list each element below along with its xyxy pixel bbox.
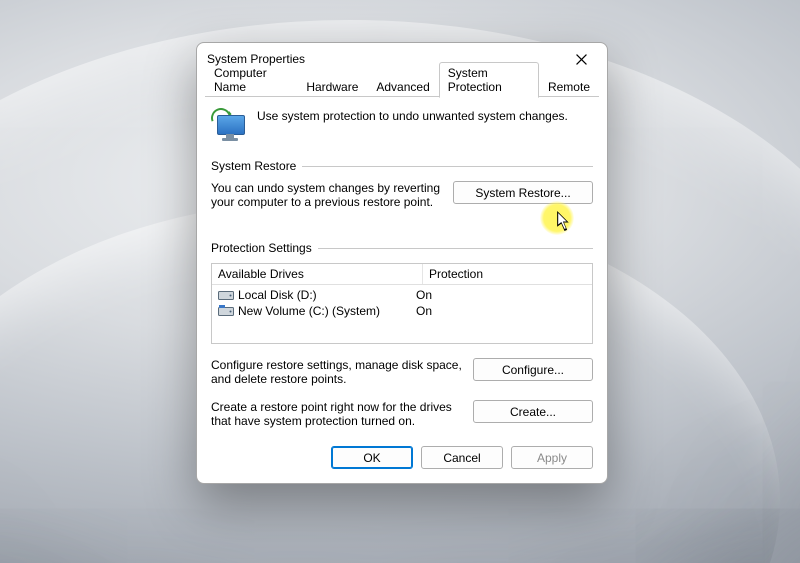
close-button[interactable]	[561, 45, 601, 73]
system-restore-group: System Restore You can undo system chang…	[211, 159, 593, 209]
tab-system-protection[interactable]: System Protection	[439, 62, 539, 98]
tab-row: Computer Name Hardware Advanced System P…	[197, 75, 607, 97]
drives-table[interactable]: Available Drives Protection Local Disk (…	[211, 263, 593, 344]
col-available-drives[interactable]: Available Drives	[212, 264, 423, 284]
tab-advanced[interactable]: Advanced	[367, 76, 438, 97]
system-restore-heading: System Restore	[211, 159, 296, 173]
configure-description: Configure restore settings, manage disk …	[211, 358, 465, 386]
tab-remote[interactable]: Remote	[539, 76, 599, 97]
configure-button[interactable]: Configure...	[473, 358, 593, 381]
table-row[interactable]: New Volume (C:) (System) On	[212, 303, 592, 319]
drive-protection: On	[410, 288, 592, 302]
drive-icon	[218, 289, 234, 301]
protection-settings-group: Protection Settings Available Drives Pro…	[211, 241, 593, 428]
tab-hardware[interactable]: Hardware	[297, 76, 367, 97]
ok-button[interactable]: OK	[331, 446, 413, 469]
close-icon	[576, 54, 587, 65]
col-protection[interactable]: Protection	[423, 264, 592, 284]
create-button[interactable]: Create...	[473, 400, 593, 423]
system-restore-button[interactable]: System Restore...	[453, 181, 593, 204]
create-description: Create a restore point right now for the…	[211, 400, 465, 428]
drives-table-header: Available Drives Protection	[212, 264, 592, 285]
tab-content: Use system protection to undo unwanted s…	[197, 97, 607, 436]
dialog-footer: OK Cancel Apply	[197, 436, 607, 483]
tab-computer-name[interactable]: Computer Name	[205, 62, 297, 97]
drive-icon	[218, 305, 234, 317]
drive-name: Local Disk (D:)	[238, 288, 317, 302]
apply-button[interactable]: Apply	[511, 446, 593, 469]
cancel-button[interactable]: Cancel	[421, 446, 503, 469]
system-properties-dialog: System Properties Computer Name Hardware…	[196, 42, 608, 484]
system-restore-description: You can undo system changes by reverting…	[211, 181, 445, 209]
table-row[interactable]: Local Disk (D:) On	[212, 287, 592, 303]
drive-protection: On	[410, 304, 592, 318]
drive-name: New Volume (C:) (System)	[238, 304, 380, 318]
intro-text: Use system protection to undo unwanted s…	[257, 109, 568, 123]
protection-settings-heading: Protection Settings	[211, 241, 312, 255]
system-protection-icon	[213, 109, 247, 141]
desktop-wallpaper: System Properties Computer Name Hardware…	[0, 0, 800, 563]
